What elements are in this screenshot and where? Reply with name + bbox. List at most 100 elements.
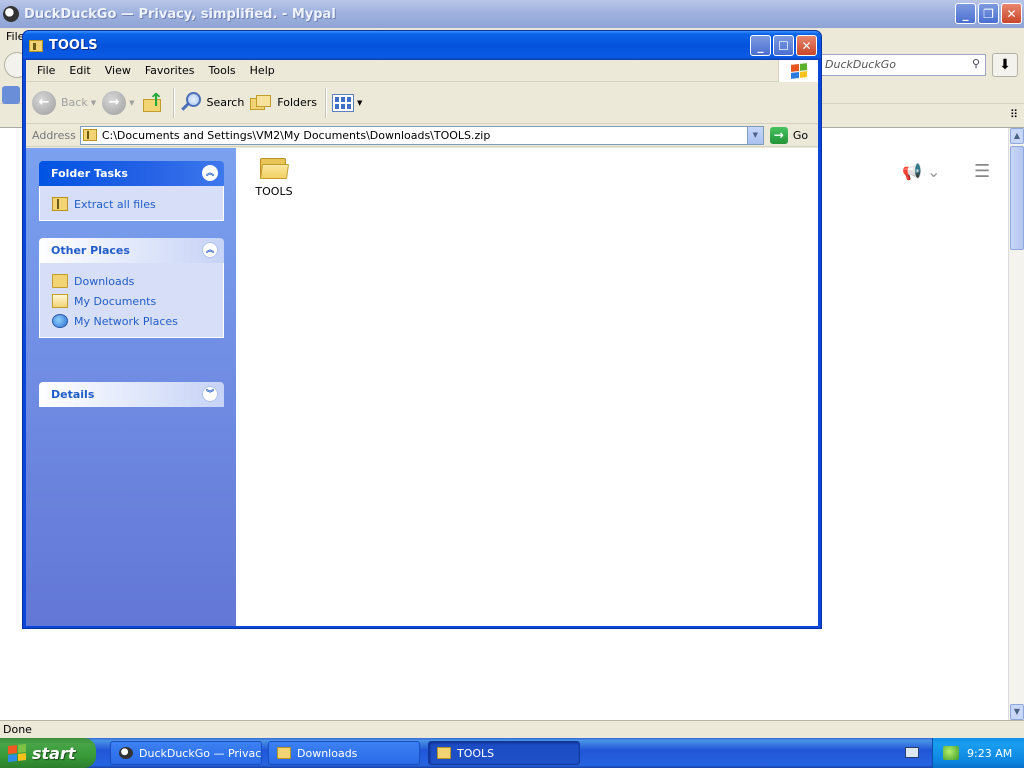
- windows-logo: [778, 60, 818, 82]
- extract-all-files-link[interactable]: Extract all files: [52, 194, 223, 214]
- explorer-menubar: File Edit View Favorites Tools Help: [26, 60, 818, 82]
- folder-icon: [277, 747, 291, 759]
- taskbar-button-duckduckgo[interactable]: DuckDuckGo — Privac...: [110, 741, 262, 765]
- zip-folder-icon: [82, 129, 97, 141]
- network-places-icon: [52, 314, 68, 328]
- back-arrow-icon: ←: [32, 90, 56, 115]
- browser-restore-button[interactable]: ❐: [978, 3, 999, 24]
- back-button[interactable]: ← Back ▼: [32, 90, 96, 115]
- magnifier-icon: [180, 91, 202, 114]
- download-icon[interactable]: ⬇: [992, 53, 1018, 77]
- explorer-close-button[interactable]: ✕: [796, 35, 817, 56]
- browser-statusbar: Done: [0, 720, 1024, 738]
- back-label: Back: [61, 96, 88, 109]
- explorer-maximize-button[interactable]: ☐: [773, 35, 794, 56]
- folder-tasks-header[interactable]: Folder Tasks ︽: [39, 161, 224, 186]
- search-label: Search: [206, 96, 245, 109]
- my-documents-icon: [52, 294, 68, 308]
- explorer-caption-buttons: _ ☐ ✕: [750, 35, 817, 56]
- menu-edit[interactable]: Edit: [62, 64, 97, 77]
- menu-help[interactable]: Help: [243, 64, 282, 77]
- details-title: Details: [51, 388, 95, 401]
- task-pane: Folder Tasks ︽ Extract all files Other P…: [26, 148, 236, 626]
- browser-scrollbar[interactable]: ▲ ▼: [1008, 128, 1024, 720]
- scroll-down-arrow[interactable]: ▼: [1010, 704, 1024, 720]
- search-button[interactable]: Search: [180, 91, 245, 114]
- explorer-body: File Edit View Favorites Tools Help ← Ba…: [26, 60, 818, 626]
- toolbar-separator: [172, 87, 174, 118]
- megaphone-icon[interactable]: 📢 ⌄: [902, 162, 940, 181]
- clock[interactable]: 9:23 AM: [967, 747, 1012, 760]
- views-button[interactable]: ▼: [332, 93, 362, 112]
- browser-close-button[interactable]: ✕: [1001, 3, 1022, 24]
- start-button[interactable]: start: [0, 738, 96, 768]
- browser-window-title: DuckDuckGo — Privacy, simplified. - Mypa…: [24, 6, 336, 22]
- back-dropdown-icon[interactable]: ▼: [91, 99, 96, 107]
- my-network-places-label: My Network Places: [74, 314, 178, 328]
- up-folder-icon: ↑: [141, 90, 165, 115]
- explorer-minimize-button[interactable]: _: [750, 35, 771, 56]
- my-documents-link[interactable]: My Documents: [52, 291, 223, 311]
- views-dropdown-icon[interactable]: ▼: [357, 99, 362, 107]
- windows-flag-icon: [790, 63, 807, 79]
- forward-dropdown-icon[interactable]: ▼: [129, 99, 134, 107]
- go-button[interactable]: → Go: [769, 126, 809, 144]
- network-tray-icon[interactable]: [943, 746, 959, 760]
- folder-tasks-title: Folder Tasks: [51, 167, 128, 180]
- folders-label: Folders: [277, 96, 318, 109]
- explorer-toolbar: ← Back ▼ → ▼ ↑ Search Folders ▼: [26, 82, 818, 124]
- collapse-chevron-icon[interactable]: ︽: [202, 165, 218, 181]
- duckduckgo-icon: [119, 747, 133, 759]
- address-label: Address: [32, 128, 76, 142]
- folder-icon: [259, 156, 290, 180]
- browser-titlebar: DuckDuckGo — Privacy, simplified. - Mypa…: [0, 0, 1024, 28]
- search-icon[interactable]: ⚲: [972, 57, 980, 70]
- menu-file[interactable]: File: [30, 64, 62, 77]
- folders-button[interactable]: Folders: [250, 94, 317, 112]
- expand-chevron-icon[interactable]: ︾: [202, 386, 218, 402]
- taskbar-button-downloads[interactable]: Downloads: [268, 741, 420, 765]
- tab-grid-icon[interactable]: ⠿: [1010, 108, 1018, 121]
- file-list-pane[interactable]: TOOLS: [236, 148, 818, 626]
- browser-minimize-button[interactable]: _: [955, 3, 976, 24]
- taskbar-button-tools[interactable]: TOOLS: [428, 741, 580, 765]
- my-documents-label: My Documents: [74, 294, 157, 308]
- browser-status-text: Done: [3, 723, 32, 736]
- other-places-panel: Other Places ︽ Downloads My Documents My…: [39, 238, 224, 338]
- scroll-thumb[interactable]: [1010, 146, 1024, 250]
- up-folder-button[interactable]: ↑: [141, 90, 165, 115]
- mypal-app-icon: [3, 6, 19, 22]
- taskbar-button-label: DuckDuckGo — Privac...: [139, 746, 262, 760]
- views-icon: [332, 93, 355, 112]
- menu-favorites[interactable]: Favorites: [138, 64, 202, 77]
- browser-search-box[interactable]: DuckDuckGo ⚲: [818, 54, 986, 76]
- go-label: Go: [792, 128, 809, 142]
- zip-folder-icon: [29, 39, 43, 52]
- keyboard-icon[interactable]: [905, 747, 919, 758]
- windows-flag-icon: [8, 744, 26, 762]
- browser-sidebar-icon[interactable]: [2, 86, 20, 104]
- taskbar: start DuckDuckGo — Privac... Downloads T…: [0, 738, 1024, 768]
- other-places-header[interactable]: Other Places ︽: [39, 238, 224, 263]
- folders-icon: [250, 94, 272, 112]
- address-field[interactable]: C:\Documents and Settings\VM2\My Documen…: [79, 125, 764, 145]
- explorer-titlebar[interactable]: TOOLS _ ☐ ✕: [23, 31, 821, 60]
- go-arrow-icon: →: [769, 126, 788, 144]
- scroll-up-arrow[interactable]: ▲: [1010, 128, 1024, 144]
- other-places-title: Other Places: [51, 244, 130, 257]
- address-bar: Address C:\Documents and Settings\VM2\My…: [26, 124, 818, 147]
- system-tray: 9:23 AM: [932, 738, 1024, 768]
- menu-tools[interactable]: Tools: [202, 64, 243, 77]
- extract-all-files-label: Extract all files: [74, 197, 156, 211]
- hamburger-menu-icon[interactable]: ☰: [974, 161, 990, 182]
- details-header[interactable]: Details ︾: [39, 382, 224, 407]
- downloads-link[interactable]: Downloads: [52, 271, 223, 291]
- my-network-places-link[interactable]: My Network Places: [52, 311, 223, 331]
- forward-button[interactable]: → ▼: [102, 90, 135, 115]
- explorer-window-title: TOOLS: [49, 38, 98, 53]
- collapse-chevron-icon[interactable]: ︽: [202, 242, 218, 258]
- address-dropdown-icon[interactable]: ▼: [746, 126, 763, 144]
- menu-view[interactable]: View: [98, 64, 138, 77]
- file-item[interactable]: TOOLS: [255, 156, 293, 198]
- explorer-window: TOOLS _ ☐ ✕ File Edit View Favorites Too…: [22, 30, 822, 629]
